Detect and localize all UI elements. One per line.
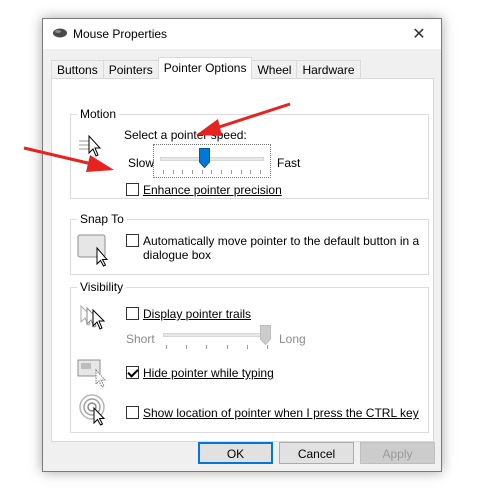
ok-button[interactable]: OK xyxy=(198,442,273,464)
snap-to-checkbox[interactable] xyxy=(126,234,139,247)
trail-slider-thumb[interactable] xyxy=(260,325,271,345)
pointer-trails-icon xyxy=(77,302,111,339)
hide-pointer-checkbox[interactable] xyxy=(126,366,139,379)
speed-slider-thumb[interactable] xyxy=(199,148,211,168)
visibility-group-label: Visibility xyxy=(77,280,127,294)
annotation-arrow-slider xyxy=(196,102,291,136)
long-label: Long xyxy=(279,332,306,346)
slow-label: Slow xyxy=(128,156,155,170)
snap-to-label-line1: Automatically move pointer to the defaul… xyxy=(143,234,420,248)
mouse-properties-window: Mouse Properties ✕ Buttons Pointers Poin… xyxy=(42,18,442,472)
hide-pointer-label: Hide pointer while typing xyxy=(143,366,274,380)
show-location-checkbox[interactable] xyxy=(126,406,139,419)
close-button[interactable]: ✕ xyxy=(397,19,441,49)
show-location-icon xyxy=(79,392,113,429)
pointer-trails-checkbox[interactable] xyxy=(126,307,139,320)
tab-hardware[interactable]: Hardware xyxy=(296,60,361,79)
hide-pointer-icon xyxy=(77,356,111,391)
fast-label: Fast xyxy=(277,156,301,170)
tab-pointers[interactable]: Pointers xyxy=(102,60,159,79)
snap-to-label-line2: dialogue box xyxy=(143,248,212,262)
enhance-precision-text: Enhance pointer precision xyxy=(143,183,282,197)
short-label: Short xyxy=(126,332,155,346)
apply-button[interactable]: Apply xyxy=(360,442,435,464)
snap-to-icon xyxy=(77,231,113,270)
annotation-arrow-enhance xyxy=(23,146,114,172)
trail-slider-ticks xyxy=(166,345,268,349)
visibility-group: Visibility Display pointer trails Short xyxy=(70,280,429,433)
mouse-icon xyxy=(52,27,68,42)
enhance-precision-checkbox[interactable] xyxy=(126,183,139,196)
snap-to-group: Snap To Automatically move pointer to th… xyxy=(70,212,429,275)
tab-buttons[interactable]: Buttons xyxy=(51,60,104,79)
window-title: Mouse Properties xyxy=(73,27,168,41)
speed-slider[interactable] xyxy=(153,144,271,178)
motion-group-label: Motion xyxy=(77,107,120,121)
show-location-label: Show location of pointer when I press th… xyxy=(143,406,419,420)
show-location-text: Show location of pointer when I press th… xyxy=(143,406,419,420)
tab-wheel[interactable]: Wheel xyxy=(251,60,298,79)
pointer-trails-label: Display pointer trails xyxy=(143,307,251,321)
pointer-trails-text: Display pointer trails xyxy=(143,307,252,321)
tab-strip: Buttons Pointers Pointer Options Wheel H… xyxy=(51,57,361,79)
hide-pointer-text: Hide pointer while typing xyxy=(143,366,274,380)
close-icon: ✕ xyxy=(412,26,426,43)
speed-slider-ticks xyxy=(163,170,261,174)
snap-to-group-label: Snap To xyxy=(77,212,127,226)
title-bar: Mouse Properties ✕ xyxy=(43,19,441,49)
trail-slider-track xyxy=(163,333,271,337)
cancel-button[interactable]: Cancel xyxy=(279,442,354,464)
tab-pointer-options[interactable]: Pointer Options xyxy=(157,57,253,79)
trail-length-slider[interactable] xyxy=(161,324,275,350)
enhance-precision-label: Enhance pointer precision xyxy=(143,183,282,197)
speed-slider-track xyxy=(160,157,264,161)
